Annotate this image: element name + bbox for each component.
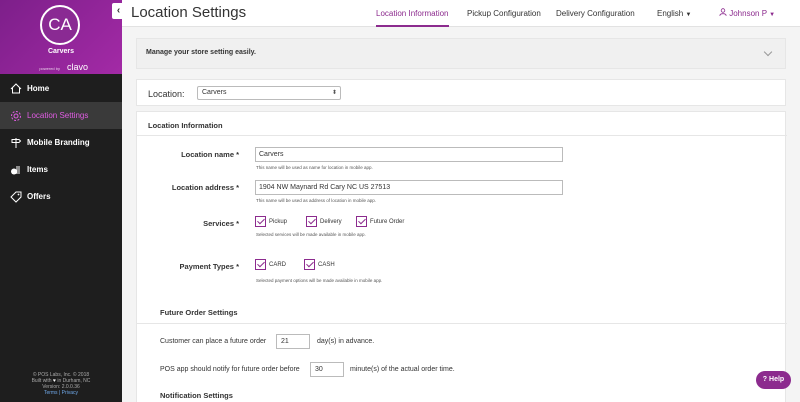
advance-days-input[interactable]: 21 [276,334,310,349]
caret-down-icon: ▼ [685,12,692,18]
sidebar-item-offers[interactable]: Offers [0,183,122,210]
location-select-value: Carvers [202,89,227,96]
divider [137,135,787,136]
payment-types-label: Payment Types * [179,262,239,271]
checkbox-checked-icon [356,216,367,227]
page-title: Location Settings [131,4,247,21]
location-information-title: Location Information [148,121,223,130]
payment-card-checkbox[interactable]: CARD [255,259,286,270]
sidebar-item-location-settings[interactable]: Location Settings [0,102,122,129]
notify-minutes-suffix: minute(s) of the actual order time. [350,366,455,373]
chevron-down-icon[interactable] [763,47,773,57]
home-icon [9,83,23,95]
service-future-order-checkbox[interactable]: Future Order [356,216,404,227]
main-content: Manage your store setting easily. Locati… [122,27,800,402]
advance-days-prefix: Customer can place a future order [160,338,267,345]
language-label: English [657,9,684,18]
checkbox-checked-icon [306,216,317,227]
avatar[interactable]: CA [40,5,80,45]
location-name-hint: This name will be used as name for locat… [256,165,373,170]
sidebar-item-label: Items [27,165,48,174]
info-banner[interactable]: Manage your store setting easily. [136,38,786,69]
payment-cash-label: CASH [318,261,335,268]
sidebar-item-mobile-branding[interactable]: Mobile Branding [0,129,122,156]
signpost-icon [9,137,23,149]
notify-minutes-input[interactable]: 30 [310,362,344,377]
location-name-input[interactable]: Carvers [255,147,563,162]
sidebar-item-items[interactable]: Items [0,156,122,183]
location-select[interactable]: Carvers ⬍ [197,86,341,100]
footer-links: Terms | Privacy [0,390,122,396]
notify-minutes-prefix: POS app should notify for future order b… [160,366,300,373]
future-order-settings-title: Future Order Settings [160,308,238,317]
services-hint: Selected services will be made available… [256,232,366,237]
location-selector-bar: Location: Carvers ⬍ [136,79,786,106]
location-label: Location: [148,89,185,99]
sidebar: CA Carvers powered by clavo ‹ Home Locat… [0,0,125,402]
tag-icon [9,191,23,203]
select-arrows-icon: ⬍ [331,90,337,96]
sidebar-item-label: Offers [27,192,51,201]
tab-delivery-configuration[interactable]: Delivery Configuration [556,0,635,27]
tab-location-information[interactable]: Location Information [376,0,449,27]
checkbox-checked-icon [304,259,315,270]
banner-text: Manage your store setting easily. [146,49,256,56]
divider [137,323,787,324]
language-selector[interactable]: English ▼ [657,0,691,27]
location-name-label: Location name * [181,150,239,159]
terms-link[interactable]: Terms [44,390,58,396]
sidebar-item-label: Location Settings [27,111,89,120]
services-label: Services * [203,219,239,228]
service-pickup-checkbox[interactable]: Pickup [255,216,287,227]
user-icon [719,8,729,18]
sidebar-item-label: Home [27,84,50,93]
location-address-label: Location address * [171,183,239,192]
footer-link-separator: | [58,390,61,396]
top-bar: Location Settings Location Information P… [122,0,800,27]
caret-down-icon: ▼ [769,12,776,18]
brand-header: CA Carvers powered by clavo [0,0,122,74]
sidebar-item-home[interactable]: Home [0,75,122,102]
tab-pickup-configuration[interactable]: Pickup Configuration [467,0,541,27]
payment-cash-checkbox[interactable]: CASH [304,259,335,270]
checkbox-checked-icon [255,216,266,227]
location-address-hint: This name will be used as address of loc… [256,198,377,203]
payment-card-label: CARD [269,261,287,268]
user-name: Johnson P [729,9,767,18]
sidebar-footer: © POS Labs, Inc. © 2018 Built with ♥ in … [0,372,122,396]
help-button[interactable]: ? Help [756,371,791,389]
gear-icon [9,110,23,122]
sidebar-item-label: Mobile Branding [27,138,90,147]
checkbox-checked-icon [255,259,266,270]
service-delivery-checkbox[interactable]: Delivery [306,216,342,227]
service-future-order-label: Future Order [370,218,405,225]
location-address-input[interactable]: 1904 NW Maynard Rd Cary NC US 27513 [255,180,563,195]
service-pickup-label: Pickup [269,218,288,225]
privacy-link[interactable]: Privacy [62,390,78,396]
advance-days-suffix: day(s) in advance. [317,338,375,345]
brand-name: Carvers [47,48,75,55]
powered-by-text: powered by [39,66,60,71]
items-icon [9,164,23,176]
clavo-logo: clavo [66,62,88,72]
sidebar-nav: Home Location Settings Mobile Branding I… [0,75,122,210]
user-menu[interactable]: Johnson P ▼ [719,0,775,27]
notification-settings-title: Notification Settings [160,391,233,400]
payment-types-hint: Selected payment options will be made av… [256,278,383,283]
service-delivery-label: Delivery [320,218,342,225]
settings-card: Location Information Location name * Car… [136,111,787,402]
